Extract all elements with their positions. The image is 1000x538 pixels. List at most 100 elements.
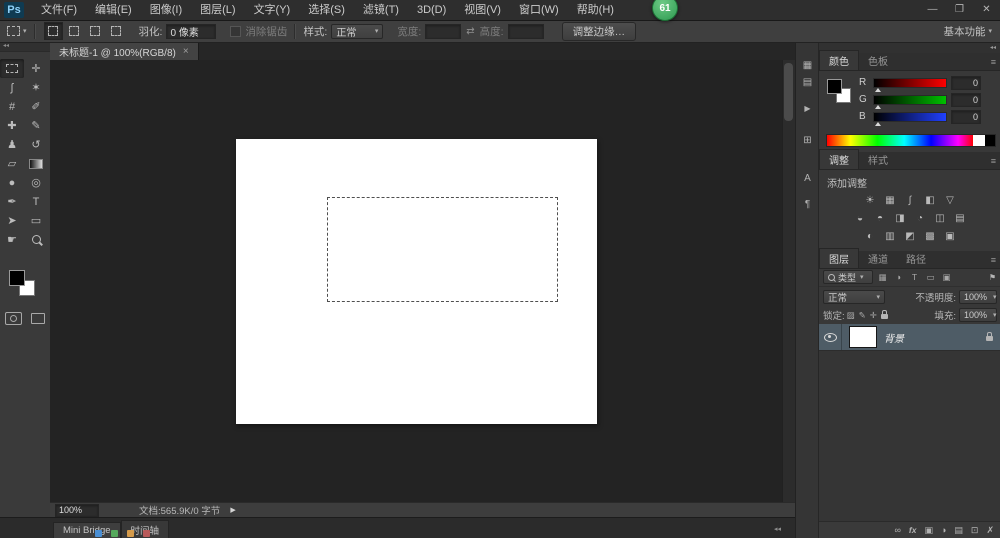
vibrance-icon[interactable]: ▽ <box>942 193 959 208</box>
paragraph-panel-icon[interactable]: ¶ <box>800 197 816 211</box>
slider-marker-icon[interactable] <box>875 104 881 109</box>
thumbnail[interactable] <box>143 530 150 537</box>
filter-adjustment-icon[interactable]: ◑ <box>892 271 905 283</box>
crop-tool[interactable]: # <box>0 97 24 116</box>
green-slider[interactable] <box>873 94 947 109</box>
foreground-color-swatch[interactable] <box>827 79 842 94</box>
eyedropper-tool[interactable]: ✐ <box>24 97 48 116</box>
menu-3d[interactable]: 3D(D) <box>408 0 455 20</box>
layer-style-icon[interactable]: fx <box>909 525 917 535</box>
menu-edit[interactable]: 编辑(E) <box>86 0 141 20</box>
refine-edge-button[interactable]: 调整边缘… <box>561 21 637 41</box>
tab-color[interactable]: 颜色 <box>819 50 859 70</box>
filter-smart-object-icon[interactable]: ▣ <box>940 271 953 283</box>
quick-mask-button[interactable] <box>5 312 22 325</box>
document-canvas[interactable] <box>236 139 597 424</box>
brush-tool[interactable]: ✎ <box>24 116 48 135</box>
blur-tool[interactable]: ● <box>0 173 24 192</box>
blue-slider[interactable] <box>873 111 947 126</box>
new-layer-icon[interactable]: ⊡ <box>971 525 979 536</box>
color-balance-icon[interactable]: ◓ <box>872 211 889 226</box>
posterize-icon[interactable]: ▥ <box>882 229 899 244</box>
collapse-dock-icon[interactable] <box>990 44 996 51</box>
red-value-field[interactable]: 0 <box>951 75 981 90</box>
navigator-panel-icon[interactable]: ▤ <box>800 75 816 89</box>
new-selection-button[interactable] <box>43 22 63 40</box>
swap-dimensions-icon[interactable]: ⇄ <box>466 26 474 37</box>
intersect-selection-button[interactable] <box>107 22 126 40</box>
toolbar-collapse-icon[interactable] <box>0 42 50 52</box>
menu-filter[interactable]: 滤镜(T) <box>354 0 408 20</box>
tab-layers[interactable]: 图层 <box>819 248 859 268</box>
tab-adjustments[interactable]: 调整 <box>819 149 859 169</box>
type-tool[interactable]: T <box>24 192 48 211</box>
red-slider[interactable] <box>873 77 947 92</box>
delete-layer-icon[interactable]: ✗ <box>986 525 994 536</box>
filter-toggle-icon[interactable]: ⚑ <box>989 273 996 282</box>
layer-thumbnail[interactable] <box>849 326 877 348</box>
hue-saturation-icon[interactable]: ◒ <box>852 211 869 226</box>
move-tool[interactable]: ✛ <box>24 59 48 78</box>
exposure-icon[interactable]: ◧ <box>922 193 939 208</box>
rectangle-tool[interactable]: ▭ <box>24 211 48 230</box>
brightness-contrast-icon[interactable]: ☀ <box>862 193 879 208</box>
height-input[interactable] <box>507 23 544 39</box>
fill-dropdown[interactable]: 100% <box>959 308 997 322</box>
info-panel-icon[interactable]: ⊞ <box>800 133 816 147</box>
add-mask-icon[interactable]: ▣ <box>924 525 933 536</box>
width-input[interactable] <box>425 23 462 39</box>
invert-icon[interactable]: ◐ <box>862 229 879 244</box>
maximize-button[interactable]: ❐ <box>946 0 973 20</box>
tab-swatches[interactable]: 色板 <box>859 51 897 70</box>
add-to-selection-button[interactable] <box>65 22 84 40</box>
clone-stamp-tool[interactable]: ♟ <box>0 135 24 154</box>
style-dropdown[interactable]: 正常 <box>331 23 384 39</box>
document-tab[interactable]: 未标题-1 @ 100%(RGB/8) × <box>50 42 199 60</box>
zoom-level-field[interactable]: 100% <box>55 503 99 517</box>
panel-menu-icon[interactable] <box>991 255 996 265</box>
minimize-button[interactable]: — <box>919 0 946 20</box>
vertical-scrollbar[interactable] <box>782 60 795 503</box>
tab-channels[interactable]: 通道 <box>859 249 897 268</box>
hand-tool[interactable]: ☛ <box>0 230 24 249</box>
filter-shape-icon[interactable]: ▭ <box>924 271 937 283</box>
gradient-map-icon[interactable]: ▩ <box>922 229 939 244</box>
dodge-tool[interactable]: ◎ <box>24 173 48 192</box>
channel-mixer-icon[interactable]: ◫ <box>932 211 949 226</box>
menu-select[interactable]: 选择(S) <box>299 0 354 20</box>
panel-menu-icon[interactable] <box>991 57 996 67</box>
menu-file[interactable]: 文件(F) <box>32 0 86 20</box>
screen-mode-button[interactable] <box>31 313 45 324</box>
magic-wand-tool[interactable]: ✶ <box>24 78 48 97</box>
lock-pixels-icon[interactable]: ✎ <box>859 310 866 321</box>
visibility-cell[interactable] <box>819 324 842 350</box>
lock-transparency-icon[interactable]: ▨ <box>847 310 855 321</box>
status-flyout-icon[interactable] <box>230 506 235 514</box>
foreground-color-swatch[interactable] <box>9 270 25 286</box>
eraser-tool[interactable]: ▱ <box>0 154 24 173</box>
antialias-checkbox[interactable]: 消除锯齿 <box>230 24 287 39</box>
color-lookup-icon[interactable]: ▤ <box>952 211 969 226</box>
menu-help[interactable]: 帮助(H) <box>568 0 623 20</box>
slider-marker-icon[interactable] <box>875 121 881 126</box>
path-selection-tool[interactable]: ➤ <box>0 211 24 230</box>
link-layers-icon[interactable]: ∞ <box>894 525 900 535</box>
rectangular-marquee-tool[interactable] <box>0 59 24 78</box>
gradient-tool[interactable] <box>24 154 48 173</box>
photo-filter-icon[interactable]: ◔ <box>912 211 929 226</box>
levels-icon[interactable]: ▦ <box>882 193 899 208</box>
tool-preset-picker[interactable] <box>7 26 27 36</box>
healing-brush-tool[interactable]: ✚ <box>0 116 24 135</box>
tab-paths[interactable]: 路径 <box>897 249 935 268</box>
workspace-switcher[interactable]: 基本功能 <box>943 24 992 39</box>
blend-mode-dropdown[interactable]: 正常 <box>823 289 885 304</box>
pen-tool[interactable]: ✒ <box>0 192 24 211</box>
history-brush-tool[interactable]: ↺ <box>24 135 48 154</box>
blue-value-field[interactable]: 0 <box>951 109 981 124</box>
histogram-panel-icon[interactable]: ▦ <box>800 58 816 72</box>
curves-icon[interactable]: ∫ <box>902 193 919 208</box>
menu-type[interactable]: 文字(Y) <box>245 0 300 20</box>
character-panel-icon[interactable]: A <box>800 171 816 185</box>
color-spectrum-ramp[interactable] <box>826 134 996 147</box>
scrollbar-thumb[interactable] <box>784 63 793 121</box>
